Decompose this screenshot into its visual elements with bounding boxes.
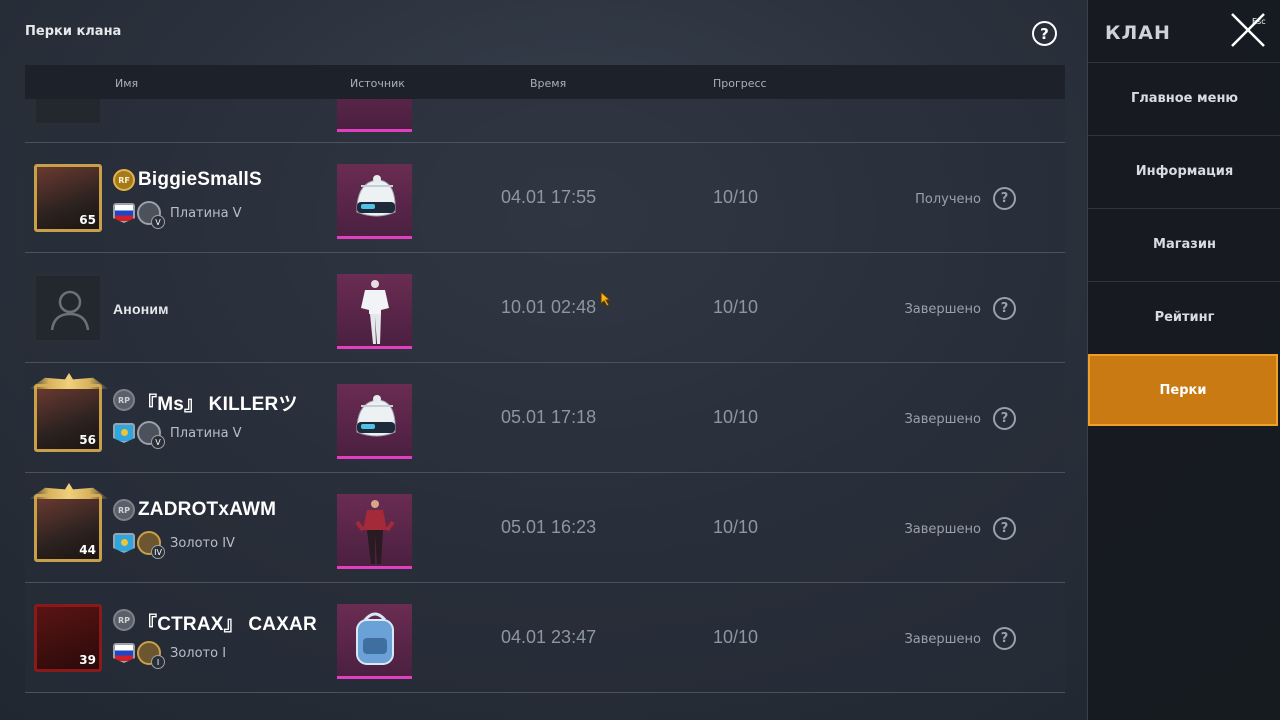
outfit-white-icon xyxy=(361,280,389,344)
tier-label: Золото IV xyxy=(170,536,235,551)
row-help-icon[interactable]: ? xyxy=(993,627,1016,650)
tier-label: Платина V xyxy=(170,206,242,221)
perk-status: Завершено xyxy=(904,632,981,647)
player-name: BiggieSmallS xyxy=(138,169,262,190)
page-title: Перки клана xyxy=(25,24,122,39)
player-level: 39 xyxy=(79,653,96,667)
column-time: Время xyxy=(530,77,567,90)
sidebar-item-4[interactable]: Рейтинг xyxy=(1088,281,1280,353)
column-name: Имя xyxy=(115,77,139,90)
rank-wings-icon xyxy=(29,373,109,389)
clan-sidebar: КЛАН Esc Главное меню Информация Магазин Ре… xyxy=(1087,0,1280,720)
row-help-icon[interactable]: ? xyxy=(993,187,1016,210)
sidebar-title: КЛАН xyxy=(1105,22,1171,44)
avatar: 65 xyxy=(34,164,102,232)
mouse-cursor-icon xyxy=(600,290,612,307)
close-icon xyxy=(1231,13,1265,47)
rank-wings-icon xyxy=(29,483,109,499)
country-flag-icon xyxy=(113,203,135,223)
row-help-icon[interactable]: ? xyxy=(993,297,1016,320)
person-icon xyxy=(50,288,90,332)
tier-number: V xyxy=(151,435,165,449)
player-level: 65 xyxy=(79,213,96,227)
backpack-icon xyxy=(356,612,394,665)
avatar xyxy=(34,274,102,342)
country-flag-icon xyxy=(113,533,135,553)
avatar: 44 xyxy=(29,483,109,562)
close-button[interactable] xyxy=(1228,10,1268,50)
country-flag-icon xyxy=(113,643,135,663)
tier-badge-icon: V xyxy=(137,421,165,449)
helmet-icon xyxy=(356,395,396,437)
table-header: Имя Источник Время Прогресс xyxy=(25,65,1065,99)
royale-pass-badge-icon: RP xyxy=(113,499,135,521)
player-name: 『Ms』 KILLERツ xyxy=(138,394,298,415)
source-item-backpack[interactable] xyxy=(337,604,412,679)
sidebar-item-5[interactable]: Перки xyxy=(1088,354,1278,426)
perk-progress: 10/10 xyxy=(713,517,759,537)
avatar: 56 xyxy=(29,373,109,452)
table-row[interactable]: 65 BiggieSmallS RF V Платина V 04.01 17:55 10/… xyxy=(25,143,1065,253)
avatar: 39 xyxy=(34,604,102,672)
sidebar-item-3[interactable]: Магазин xyxy=(1088,208,1280,280)
tier-number: I xyxy=(151,655,165,669)
perks-table: Имя Источник Время Прогресс ? 65 BiggieSm… xyxy=(25,65,1065,693)
perk-progress: 10/10 xyxy=(713,627,759,647)
perk-status: Завершено xyxy=(904,522,981,537)
perk-progress: 10/10 xyxy=(713,407,759,427)
perk-status: Завершено xyxy=(904,302,981,317)
country-flag-icon xyxy=(113,423,135,443)
player-name: ZADROTxAWM xyxy=(138,499,277,520)
player-name: Аноним xyxy=(113,301,169,317)
player-level: 56 xyxy=(79,433,96,447)
tier-number: IV xyxy=(151,545,165,559)
table-row[interactable]: 56 『Ms』 KILLERツ RP V Платина V 05.01 17:18 10/… xyxy=(25,363,1065,473)
sidebar-item-2[interactable]: Информация xyxy=(1088,135,1280,207)
outfit-red-icon xyxy=(355,500,395,564)
player-name: 『CTRAX』 CAXAR xyxy=(138,614,317,635)
column-progress: Прогресс xyxy=(713,77,767,90)
helmet-icon xyxy=(356,175,396,217)
row-help-icon[interactable]: ? xyxy=(993,517,1016,540)
source-item-outfit-white[interactable] xyxy=(337,274,412,349)
royale-pass-badge-icon: RF xyxy=(113,169,135,191)
esc-label: Esc xyxy=(1252,17,1266,26)
perk-time: 04.01 17:55 xyxy=(501,187,597,207)
perk-time: 05.01 17:18 xyxy=(501,407,597,427)
question-circle-icon: ? xyxy=(1040,24,1049,43)
source-item-helmet[interactable] xyxy=(337,384,412,459)
perk-time: 10.01 02:48 xyxy=(501,297,597,317)
tier-badge-icon: IV xyxy=(137,531,165,559)
table-row[interactable]: Аноним 10.01 02:48 10/10 Завершено? xyxy=(25,253,1065,363)
tier-number: V xyxy=(151,215,165,229)
row-help-icon[interactable]: ? xyxy=(993,407,1016,430)
perk-time: 05.01 16:23 xyxy=(501,517,597,537)
help-button[interactable]: ? xyxy=(1032,21,1057,46)
tier-label: Золото I xyxy=(170,646,227,661)
column-source: Источник xyxy=(350,77,405,90)
tier-badge-icon: I xyxy=(137,641,165,669)
royale-pass-badge-icon: RP xyxy=(113,389,135,411)
royale-pass-badge-icon: RP xyxy=(113,609,135,631)
source-item-helmet[interactable] xyxy=(337,164,412,239)
tier-label: Платина V xyxy=(170,426,242,441)
perk-progress: 10/10 xyxy=(713,187,759,207)
table-row[interactable]: 39 『CTRAX』 CAXAR RP I Золото I 04.01 23:47 10/… xyxy=(25,583,1065,693)
perk-status: Получено xyxy=(915,192,981,207)
sidebar-item-1[interactable]: Главное меню xyxy=(1088,62,1280,134)
perk-time: 04.01 23:47 xyxy=(501,627,597,647)
source-item-outfit-red[interactable] xyxy=(337,494,412,569)
tier-badge-icon: V xyxy=(137,201,165,229)
perk-progress: 10/10 xyxy=(713,297,759,317)
table-row[interactable]: 44 ZADROTxAWM RP IV Золото IV 05.01 16:23 10/1… xyxy=(25,473,1065,583)
perk-status: Завершено xyxy=(904,412,981,427)
player-level: 44 xyxy=(79,543,96,557)
